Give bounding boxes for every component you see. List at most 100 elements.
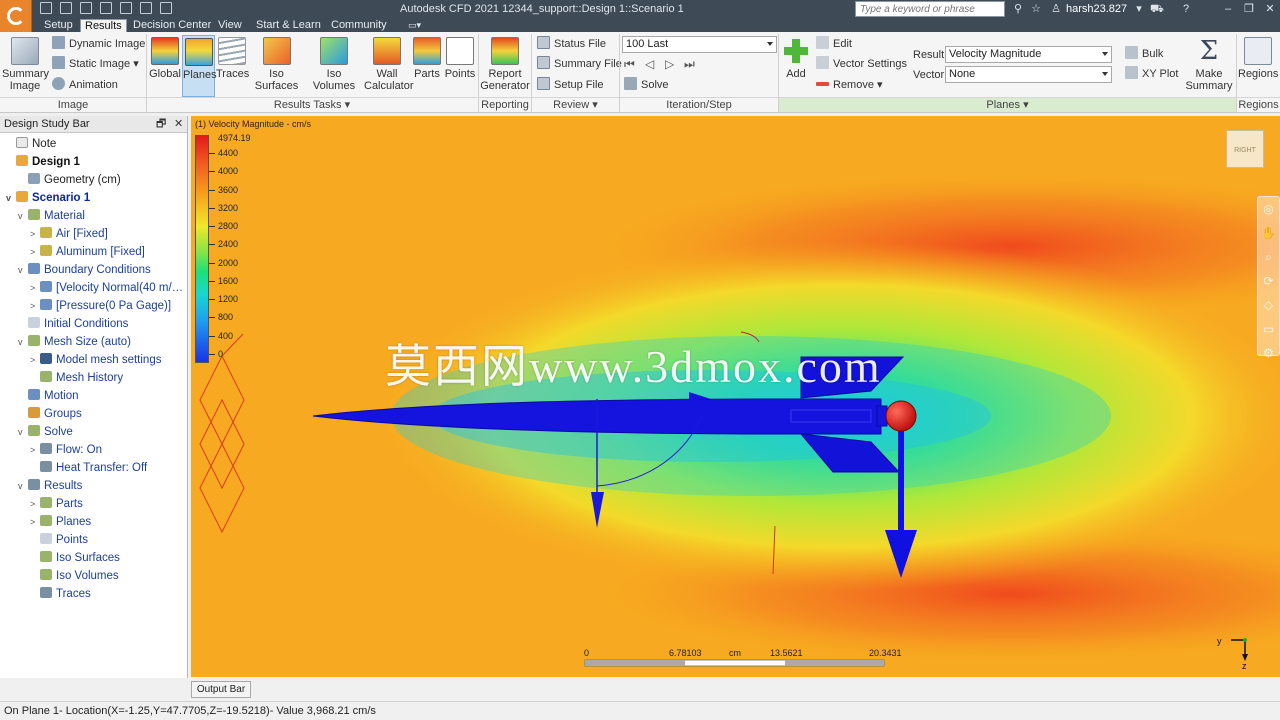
previous-step-icon[interactable]: ◁ bbox=[645, 57, 654, 71]
open-icon[interactable] bbox=[60, 2, 72, 14]
animation-button[interactable]: Animation bbox=[52, 77, 118, 94]
window-icon[interactable] bbox=[160, 2, 172, 14]
tree-item-note[interactable]: Note bbox=[6, 135, 56, 153]
pin-icon[interactable]: 🗗 bbox=[156, 116, 166, 133]
tree-item-initial-conditions[interactable]: Initial Conditions bbox=[18, 315, 128, 333]
group-review-footer[interactable]: Review ▾ bbox=[532, 97, 619, 112]
tab-view[interactable]: View bbox=[214, 19, 246, 32]
expand-arrow-icon[interactable]: > bbox=[30, 279, 40, 297]
fit-icon[interactable]: ▭ bbox=[1258, 317, 1279, 341]
vector-select[interactable]: None bbox=[945, 66, 1112, 83]
bulk-button[interactable]: Bulk bbox=[1125, 46, 1163, 63]
close-icon[interactable]: ✕ bbox=[1264, 3, 1276, 15]
tree-item-parts[interactable]: > Parts bbox=[30, 495, 83, 513]
make-summary-button[interactable]: Σ Make Summary bbox=[1184, 35, 1234, 97]
tab-start-learn[interactable]: Start & Learn bbox=[252, 19, 325, 32]
static-image-button[interactable]: Static Image ▾ bbox=[52, 56, 139, 73]
new-icon[interactable] bbox=[40, 2, 52, 14]
tree-item-material[interactable]: v Material bbox=[18, 207, 85, 225]
tree-item-aluminum-fixed[interactable]: > Aluminum [Fixed] bbox=[30, 243, 145, 261]
iso-volumes-button[interactable]: Iso Volumes bbox=[306, 35, 362, 97]
tree-item-mesh-size-auto[interactable]: v Mesh Size (auto) bbox=[18, 333, 131, 351]
close-panel-icon[interactable]: ✕ bbox=[174, 116, 183, 133]
add-plane-button[interactable]: Add bbox=[781, 35, 811, 97]
tree-item-results[interactable]: v Results bbox=[18, 477, 82, 495]
collapse-arrow-icon[interactable]: v bbox=[18, 333, 28, 351]
tree-item-pressure-0-pa-gage[interactable]: > [Pressure(0 Pa Gage)] bbox=[30, 297, 171, 315]
collapse-arrow-icon[interactable]: v bbox=[18, 477, 28, 495]
user-icon[interactable]: ♙ bbox=[1050, 3, 1062, 15]
expand-arrow-icon[interactable]: > bbox=[30, 441, 40, 459]
tab-decision-center[interactable]: Decision Center bbox=[129, 19, 215, 32]
result-select[interactable]: Velocity Magnitude bbox=[945, 46, 1112, 63]
save-icon[interactable] bbox=[80, 2, 92, 14]
tree-item-mesh-history[interactable]: Mesh History bbox=[30, 369, 123, 387]
restore-icon[interactable]: ❐ bbox=[1243, 3, 1255, 15]
last-step-icon[interactable]: ⏭ bbox=[684, 57, 695, 72]
steering-wheel-icon[interactable]: ◎ bbox=[1258, 197, 1279, 221]
paste-icon[interactable] bbox=[140, 2, 152, 14]
group-planes-footer[interactable]: Planes ▾ bbox=[779, 97, 1236, 112]
collapse-arrow-icon[interactable]: v bbox=[18, 261, 28, 279]
tab-results[interactable]: Results bbox=[80, 19, 127, 32]
expand-arrow-icon[interactable]: > bbox=[30, 243, 40, 261]
tree-item-points[interactable]: Points bbox=[30, 531, 88, 549]
expand-arrow-icon[interactable]: > bbox=[30, 297, 40, 315]
tree-item-velocity-normal-40-m[interactable]: > [Velocity Normal(40 m/… bbox=[30, 279, 183, 297]
traces-button[interactable]: Traces bbox=[216, 35, 249, 97]
star-icon[interactable]: ☆ bbox=[1030, 3, 1042, 15]
binoculars-icon[interactable]: ⚲ bbox=[1012, 3, 1024, 15]
output-bar-tab[interactable]: Output Bar bbox=[191, 681, 251, 698]
vector-settings-button[interactable]: Vector Settings bbox=[816, 56, 907, 73]
user-name[interactable]: harsh23.827 bbox=[1066, 3, 1127, 15]
copy-icon[interactable] bbox=[120, 2, 132, 14]
expand-arrow-icon[interactable]: > bbox=[30, 225, 40, 243]
xy-plot-button[interactable]: XY Plot bbox=[1125, 66, 1179, 83]
tree-item-iso-volumes[interactable]: Iso Volumes bbox=[30, 567, 119, 585]
first-step-icon[interactable]: ⏮ bbox=[624, 57, 635, 72]
settings-icon[interactable]: ⚙ bbox=[1258, 341, 1279, 365]
view-cube[interactable]: RIGHT bbox=[1226, 130, 1264, 168]
wall-calculator-button[interactable]: Wall Calculator bbox=[364, 35, 414, 97]
tree-item-geometry-cm[interactable]: Geometry (cm) bbox=[18, 171, 121, 189]
ribbon-options-icon[interactable]: ▭▾ bbox=[404, 19, 434, 32]
regions-button[interactable]: Regions bbox=[1238, 35, 1278, 97]
search-input[interactable] bbox=[855, 1, 1005, 17]
parts-button[interactable]: Parts bbox=[412, 35, 442, 97]
save-all-icon[interactable] bbox=[100, 2, 112, 14]
cart-icon[interactable]: ⛟ bbox=[1150, 3, 1164, 15]
collapse-arrow-icon[interactable]: v bbox=[18, 207, 28, 225]
remove-plane-button[interactable]: Remove ▾ bbox=[816, 77, 883, 94]
summary-image-button[interactable]: Summary Image bbox=[2, 35, 49, 97]
group-results-tasks-footer[interactable]: Results Tasks ▾ bbox=[147, 97, 477, 112]
tab-community[interactable]: Community bbox=[327, 19, 391, 32]
probe-point-marker[interactable] bbox=[885, 400, 917, 432]
status-file-button[interactable]: Status File bbox=[537, 36, 606, 53]
chevron-down-icon[interactable]: ▾ bbox=[1133, 3, 1145, 15]
solve-button[interactable]: Solve bbox=[624, 77, 669, 94]
planes-button[interactable]: Planes bbox=[182, 35, 217, 97]
expand-arrow-icon[interactable]: > bbox=[30, 351, 40, 369]
summary-file-button[interactable]: Summary File bbox=[537, 56, 622, 73]
tree-item-iso-surfaces[interactable]: Iso Surfaces bbox=[30, 549, 120, 567]
points-button[interactable]: Points bbox=[444, 35, 476, 97]
tree-item-flow-on[interactable]: > Flow: On bbox=[30, 441, 102, 459]
cfd-viewport[interactable]: (1) Velocity Magnitude - cm/s 4974.19 44… bbox=[191, 116, 1280, 677]
dynamic-image-button[interactable]: Dynamic Image bbox=[52, 36, 145, 53]
look-icon[interactable]: ◇ bbox=[1258, 293, 1279, 317]
edit-plane-button[interactable]: Edit bbox=[816, 36, 852, 53]
next-step-icon[interactable]: ▷ bbox=[665, 57, 674, 71]
tree-item-air-fixed[interactable]: > Air [Fixed] bbox=[30, 225, 108, 243]
tree-item-motion[interactable]: Motion bbox=[18, 387, 79, 405]
report-generator-button[interactable]: Report Generator bbox=[480, 35, 530, 97]
tree-item-groups[interactable]: Groups bbox=[18, 405, 82, 423]
iso-surfaces-button[interactable]: Iso Surfaces bbox=[249, 35, 304, 97]
iteration-step-select[interactable]: 100 Last bbox=[622, 36, 777, 53]
tree-item-solve[interactable]: v Solve bbox=[18, 423, 73, 441]
setup-file-button[interactable]: Setup File bbox=[537, 77, 604, 94]
global-button[interactable]: Global bbox=[149, 35, 181, 97]
collapse-arrow-icon[interactable]: v bbox=[18, 423, 28, 441]
tree-item-heat-transfer-off[interactable]: Heat Transfer: Off bbox=[30, 459, 147, 477]
collapse-arrow-icon[interactable]: v bbox=[6, 189, 16, 207]
tree-item-design-1[interactable]: Design 1 bbox=[6, 153, 80, 171]
